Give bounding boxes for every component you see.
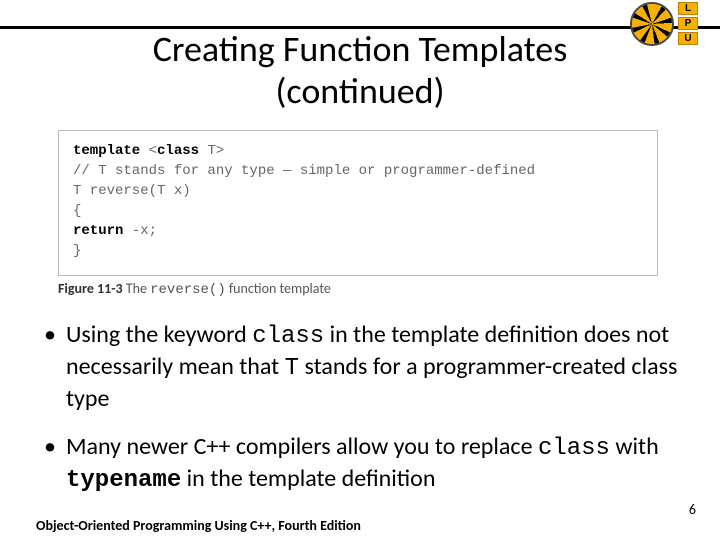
title-line1: Creating Function Templates — [153, 27, 568, 71]
slide-title: Creating Function Templates (continued) — [0, 28, 720, 112]
code-listing: template <class T> // T stands for any t… — [58, 130, 658, 276]
code-line-3: T reverse(T x) — [73, 181, 643, 201]
code-line-1: template <class T> — [73, 141, 643, 161]
code-line-2: // T stands for any type — simple or pro… — [73, 161, 643, 181]
figure-label: Figure 11-3 — [58, 280, 123, 297]
footer-citation: Object-Oriented Programming Using C++, F… — [36, 517, 361, 534]
figure-caption: Figure 11-3 The reverse() function templ… — [58, 280, 331, 298]
title-line2: (continued) — [275, 69, 444, 113]
lpu-l: L — [678, 2, 698, 15]
bullet-list: Using the keyword class in the template … — [44, 320, 684, 514]
code-line-6: } — [73, 241, 643, 261]
page-number: 6 — [689, 501, 696, 518]
code-line-4: { — [73, 201, 643, 221]
bullet-1: Using the keyword class in the template … — [44, 320, 684, 414]
bullet-2: Many newer C++ compilers allow you to re… — [44, 432, 684, 496]
code-line-5: return -x; — [73, 221, 643, 241]
